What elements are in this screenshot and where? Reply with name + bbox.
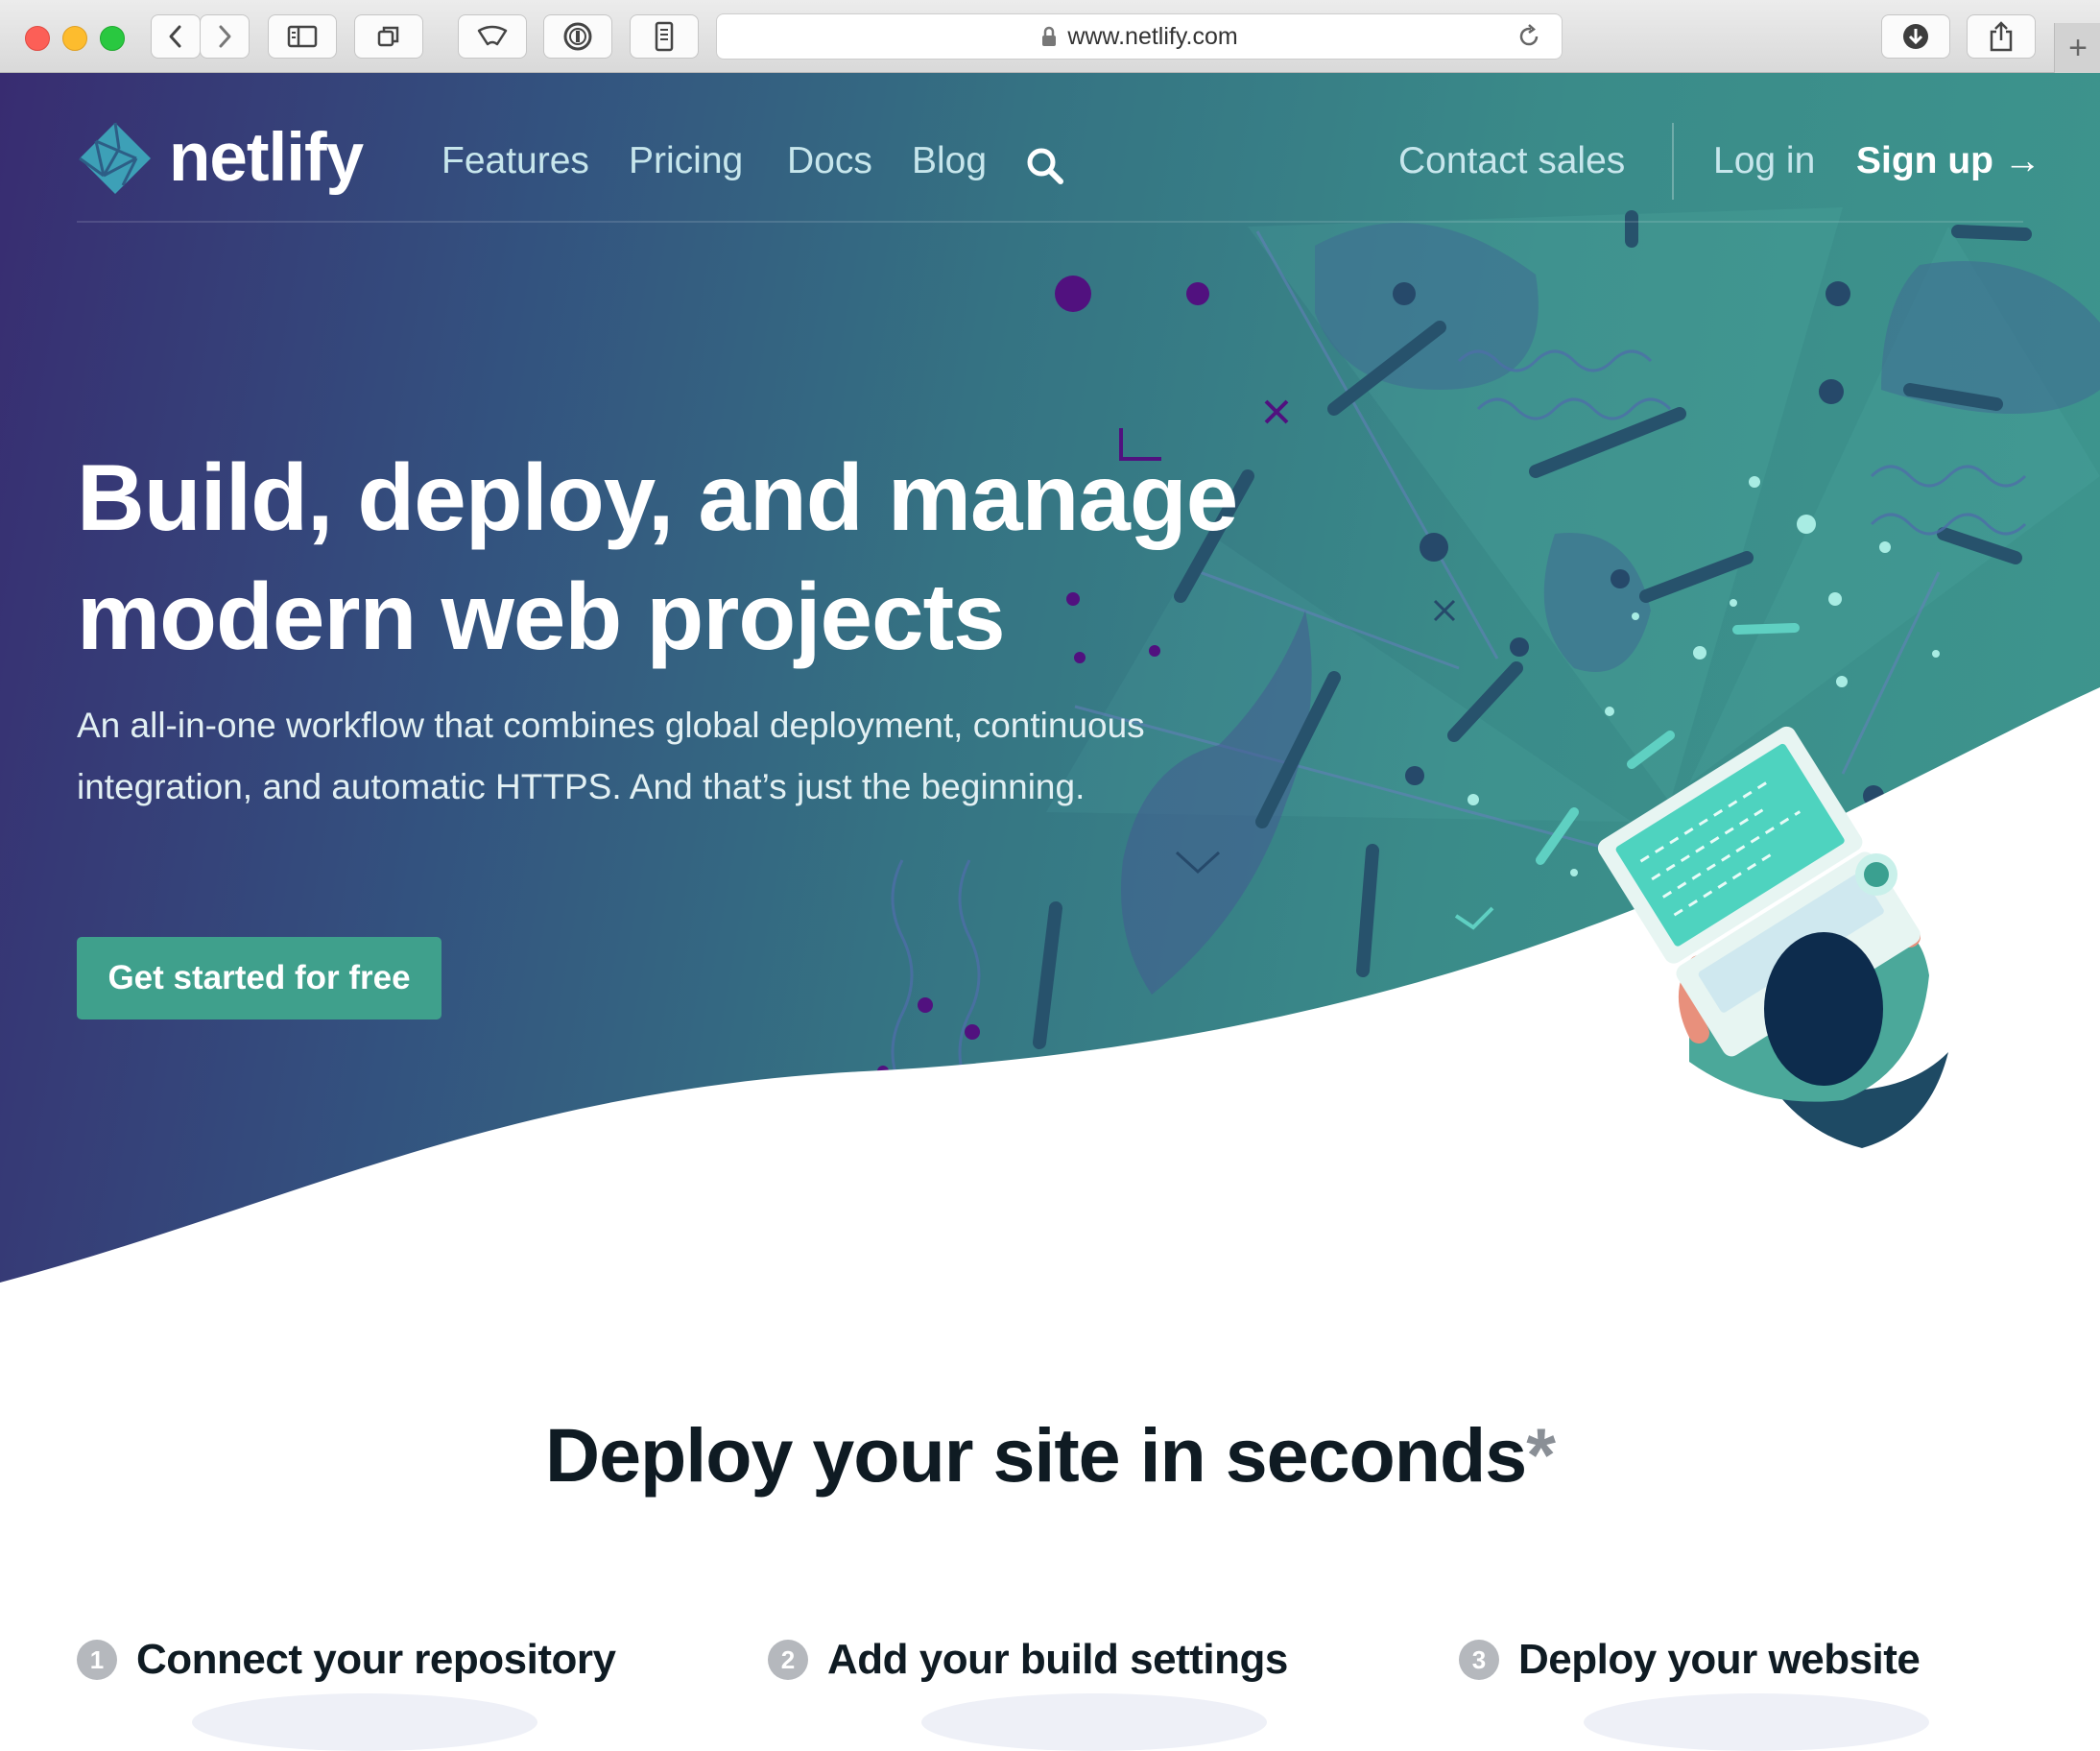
step-build-settings: 2 Add your build settings bbox=[768, 1636, 1288, 1684]
deploy-section-title: Deploy your site in seconds* bbox=[0, 1411, 2100, 1499]
step-label: Connect your repository bbox=[136, 1636, 616, 1683]
step-number: 3 bbox=[1459, 1640, 1499, 1680]
netlify-logo[interactable]: netlify bbox=[77, 119, 364, 197]
get-started-button[interactable]: Get started for free bbox=[77, 937, 441, 1019]
reload-icon[interactable] bbox=[1515, 23, 1542, 50]
tabs-icon bbox=[377, 26, 399, 47]
nav-pricing[interactable]: Pricing bbox=[629, 140, 743, 182]
step-illustration-top bbox=[921, 1693, 1267, 1751]
back-icon bbox=[169, 25, 181, 48]
address-bar[interactable]: www.netlify.com bbox=[716, 13, 1563, 60]
hero-title: Build, deploy, and manage modern web pro… bbox=[77, 444, 1238, 669]
lock-icon bbox=[1042, 26, 1057, 46]
nav-features[interactable]: Features bbox=[441, 140, 589, 182]
sidebar-icon bbox=[287, 25, 318, 48]
tabs-overview-button[interactable] bbox=[354, 14, 423, 59]
download-icon bbox=[1903, 24, 1928, 49]
nav-log-in[interactable]: Log in bbox=[1713, 140, 1815, 182]
forward-button[interactable] bbox=[200, 14, 250, 59]
deploy-title-asterisk: * bbox=[1526, 1412, 1556, 1498]
step-label: Deploy your website bbox=[1518, 1636, 1921, 1683]
minimize-window-button[interactable] bbox=[62, 26, 87, 51]
sidebar-button[interactable] bbox=[268, 14, 337, 59]
password-icon bbox=[563, 22, 592, 51]
new-tab-button[interactable]: + bbox=[2054, 23, 2100, 73]
new-tab-label: + bbox=[2068, 29, 2088, 66]
search-icon bbox=[1027, 148, 1063, 184]
nav-contact-sales[interactable]: Contact sales bbox=[1398, 140, 1625, 182]
share-button[interactable] bbox=[1967, 14, 2036, 59]
logo-text: netlify bbox=[169, 120, 364, 196]
extension-icon bbox=[655, 21, 674, 52]
nav-blog[interactable]: Blog bbox=[912, 140, 987, 182]
search-button[interactable] bbox=[1025, 146, 1065, 191]
step-connect-repository: 1 Connect your repository bbox=[77, 1636, 616, 1684]
browser-toolbar: www.netlify.com + bbox=[0, 0, 2100, 73]
nav-sign-up[interactable]: Sign up → bbox=[1856, 140, 2041, 182]
step-label: Add your build settings bbox=[827, 1636, 1288, 1683]
maximize-window-button[interactable] bbox=[100, 26, 125, 51]
back-button[interactable] bbox=[151, 14, 201, 59]
reading-list-button[interactable] bbox=[458, 14, 527, 59]
nav-separator bbox=[1672, 123, 1674, 200]
nav-docs[interactable]: Docs bbox=[787, 140, 872, 182]
step-deploy-website: 3 Deploy your website bbox=[1459, 1636, 1921, 1684]
readinglist-icon bbox=[477, 25, 508, 46]
url-text: www.netlify.com bbox=[1067, 22, 1238, 50]
share-icon bbox=[1990, 21, 2013, 52]
downloads-button[interactable] bbox=[1881, 14, 1950, 59]
hero-subtitle: An all-in-one workflow that combines glo… bbox=[77, 706, 1145, 806]
password-manager-button[interactable] bbox=[543, 14, 612, 59]
hero-section: netlify Features Pricing Docs Blog Conta… bbox=[0, 73, 2100, 1302]
netlify-logo-icon bbox=[79, 122, 151, 194]
hero-illustration bbox=[0, 207, 2100, 1302]
close-window-button[interactable] bbox=[25, 26, 50, 51]
step-number: 2 bbox=[768, 1640, 808, 1680]
nav-divider bbox=[77, 221, 2023, 223]
extension-button[interactable] bbox=[630, 14, 699, 59]
step-number: 1 bbox=[77, 1640, 117, 1680]
deploy-title-text: Deploy your site in seconds bbox=[545, 1412, 1527, 1498]
step-illustration-top bbox=[1584, 1693, 1929, 1751]
forward-icon bbox=[219, 25, 231, 48]
step-illustration-top bbox=[192, 1693, 537, 1751]
